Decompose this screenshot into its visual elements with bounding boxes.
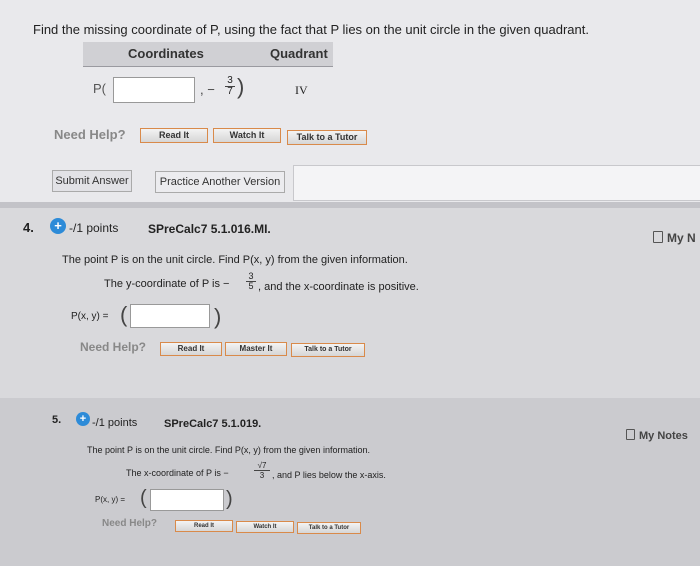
expand-plus-icon[interactable]: +: [50, 218, 66, 234]
question-4-answer-input[interactable]: [130, 304, 210, 328]
coordinates-table-header: Coordinates Quadrant: [83, 42, 333, 67]
question-5-line1: The point P is on the unit circle. Find …: [87, 445, 370, 455]
my-notes-link[interactable]: My Notes: [626, 429, 688, 442]
my-notes-link[interactable]: My N: [653, 231, 696, 245]
question-5-answer-label: P(x, y) =: [95, 495, 126, 504]
question-4-number: 4.: [23, 220, 34, 235]
fraction-numerator: √7: [254, 461, 270, 471]
question-4-answer-label: P(x, y) =: [71, 311, 109, 322]
submit-answer-button[interactable]: Submit Answer: [52, 170, 132, 192]
question-3-prompt: Find the missing coordinate of P, using …: [33, 22, 589, 37]
master-it-button[interactable]: Master It: [225, 342, 287, 356]
open-paren: (: [140, 487, 147, 509]
read-it-button[interactable]: Read It: [175, 520, 233, 532]
need-help-label: Need Help?: [102, 518, 158, 529]
answer-feedback-area: [293, 165, 700, 201]
talk-to-tutor-button[interactable]: Talk to a Tutor: [297, 522, 361, 534]
question-5-line2-pre: The x-coordinate of P is −: [126, 468, 229, 478]
comma-minus: , −: [200, 82, 215, 97]
question-4-points: -/1 points: [69, 221, 119, 235]
watch-it-button[interactable]: Watch It: [236, 521, 294, 533]
read-it-button[interactable]: Read It: [160, 342, 222, 356]
question-5-line2-post: , and P lies below the x-axis.: [272, 470, 386, 480]
close-paren: ): [214, 304, 222, 329]
question-5-points: -/1 points: [92, 417, 138, 429]
question-4-line2-post: , and the x-coordinate is positive.: [258, 281, 419, 293]
close-paren: ): [226, 488, 233, 510]
fraction-denominator: 7: [227, 86, 233, 97]
question-5-answer-input[interactable]: [150, 489, 224, 511]
need-help-label: Need Help?: [80, 340, 147, 354]
question-4-line2-pre: The y-coordinate of P is −: [104, 278, 230, 290]
notes-icon: [626, 429, 635, 440]
need-help-label: Need Help?: [54, 127, 126, 142]
coordinates-row: P( , − 3 7 ) IV: [83, 66, 333, 112]
given-fraction: 3 7: [225, 76, 235, 97]
talk-to-tutor-button[interactable]: Talk to a Tutor: [291, 343, 365, 357]
expand-plus-icon[interactable]: +: [76, 412, 90, 426]
fraction-denominator: 3: [259, 471, 265, 480]
question-4-fraction: 3 5: [246, 272, 256, 291]
point-label: P(: [93, 81, 106, 96]
my-notes-label: My Notes: [639, 430, 688, 442]
header-coordinates: Coordinates: [128, 46, 204, 61]
talk-to-tutor-button[interactable]: Talk to a Tutor: [287, 130, 367, 145]
coordinate-input[interactable]: [113, 77, 195, 103]
quadrant-value: IV: [295, 83, 308, 97]
question-5-fraction: √7 3: [254, 461, 270, 480]
watch-it-button[interactable]: Watch It: [213, 128, 281, 143]
close-paren: ): [237, 74, 245, 99]
read-it-button[interactable]: Read It: [140, 128, 208, 143]
question-4-panel: [0, 208, 700, 398]
question-5-number: 5.: [52, 414, 62, 426]
question-5-source: SPreCalc7 5.1.019.: [164, 418, 262, 430]
notes-icon: [653, 231, 663, 243]
my-notes-label: My N: [667, 231, 696, 245]
header-quadrant: Quadrant: [270, 46, 328, 61]
fraction-denominator: 5: [248, 281, 254, 291]
open-paren: (: [120, 302, 128, 327]
question-4-line1: The point P is on the unit circle. Find …: [62, 254, 408, 266]
question-4-source: SPreCalc7 5.1.016.MI.: [148, 222, 271, 236]
practice-another-version-button[interactable]: Practice Another Version: [155, 171, 285, 193]
